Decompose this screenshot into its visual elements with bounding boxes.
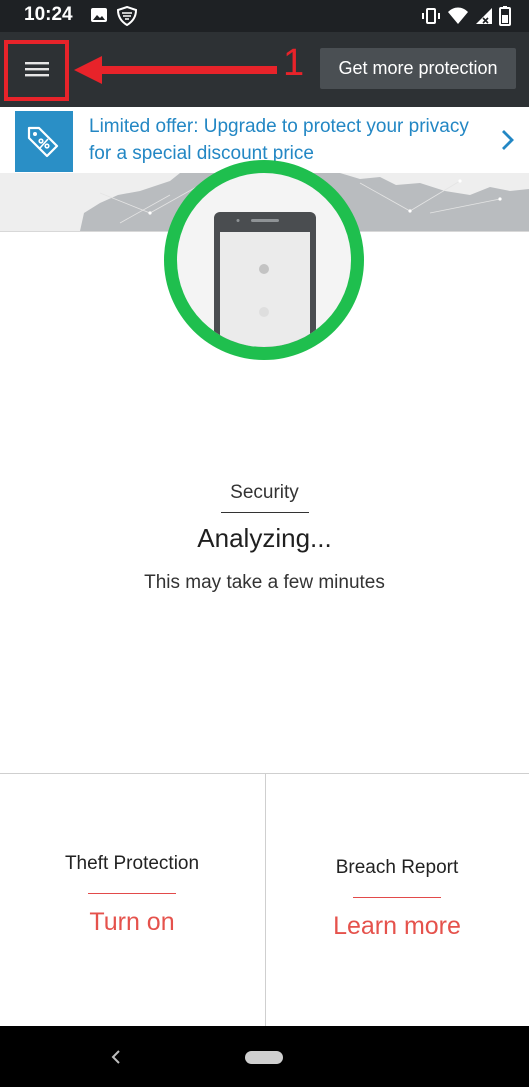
shield-icon xyxy=(116,6,138,26)
device-status-ring xyxy=(164,160,364,360)
discount-tag-icon xyxy=(27,126,59,157)
offer-icon-tile xyxy=(15,111,73,172)
scan-hint: This may take a few minutes xyxy=(144,572,385,593)
home-pill[interactable] xyxy=(245,1051,283,1064)
system-nav-bar xyxy=(0,1026,529,1087)
annotation-number: 1 xyxy=(283,42,305,84)
back-icon[interactable] xyxy=(108,1046,122,1068)
breach-report-title: Breach Report xyxy=(335,857,459,878)
wifi-icon xyxy=(448,7,468,24)
status-bar: 10:24 xyxy=(0,0,529,32)
phone-icon xyxy=(214,212,316,347)
device-status-ring-inner xyxy=(177,173,351,347)
status-left-icons xyxy=(90,6,138,26)
breach-report-rule xyxy=(353,897,441,898)
battery-icon xyxy=(499,6,511,26)
chevron-right-icon[interactable] xyxy=(501,129,515,151)
learn-more-link[interactable]: Learn more xyxy=(265,912,529,941)
scan-status-section: Security Analyzing... This may take a fe… xyxy=(0,470,529,594)
scan-label: Security xyxy=(220,470,309,513)
theft-protection-rule xyxy=(88,893,176,894)
theft-protection-title: Theft Protection xyxy=(64,853,200,874)
status-time: 10:24 xyxy=(24,4,73,25)
theft-protection-tile[interactable]: Theft Protection Turn on xyxy=(0,773,264,1026)
get-more-protection-button[interactable]: Get more protection xyxy=(320,48,516,89)
breach-report-tile[interactable]: Breach Report Learn more xyxy=(265,773,529,1026)
scan-status: Analyzing... xyxy=(197,523,332,553)
annotation-highlight-box xyxy=(4,40,69,101)
status-right-icons xyxy=(421,6,511,26)
image-icon xyxy=(91,8,107,22)
offer-text[interactable]: Limited offer: Upgrade to protect your p… xyxy=(89,113,489,167)
signal-icon xyxy=(476,8,492,24)
vibrate-icon xyxy=(422,8,440,24)
turn-on-link[interactable]: Turn on xyxy=(0,908,264,937)
app-bar: 1 Get more protection xyxy=(0,32,529,107)
annotation-arrow-icon xyxy=(74,56,277,84)
